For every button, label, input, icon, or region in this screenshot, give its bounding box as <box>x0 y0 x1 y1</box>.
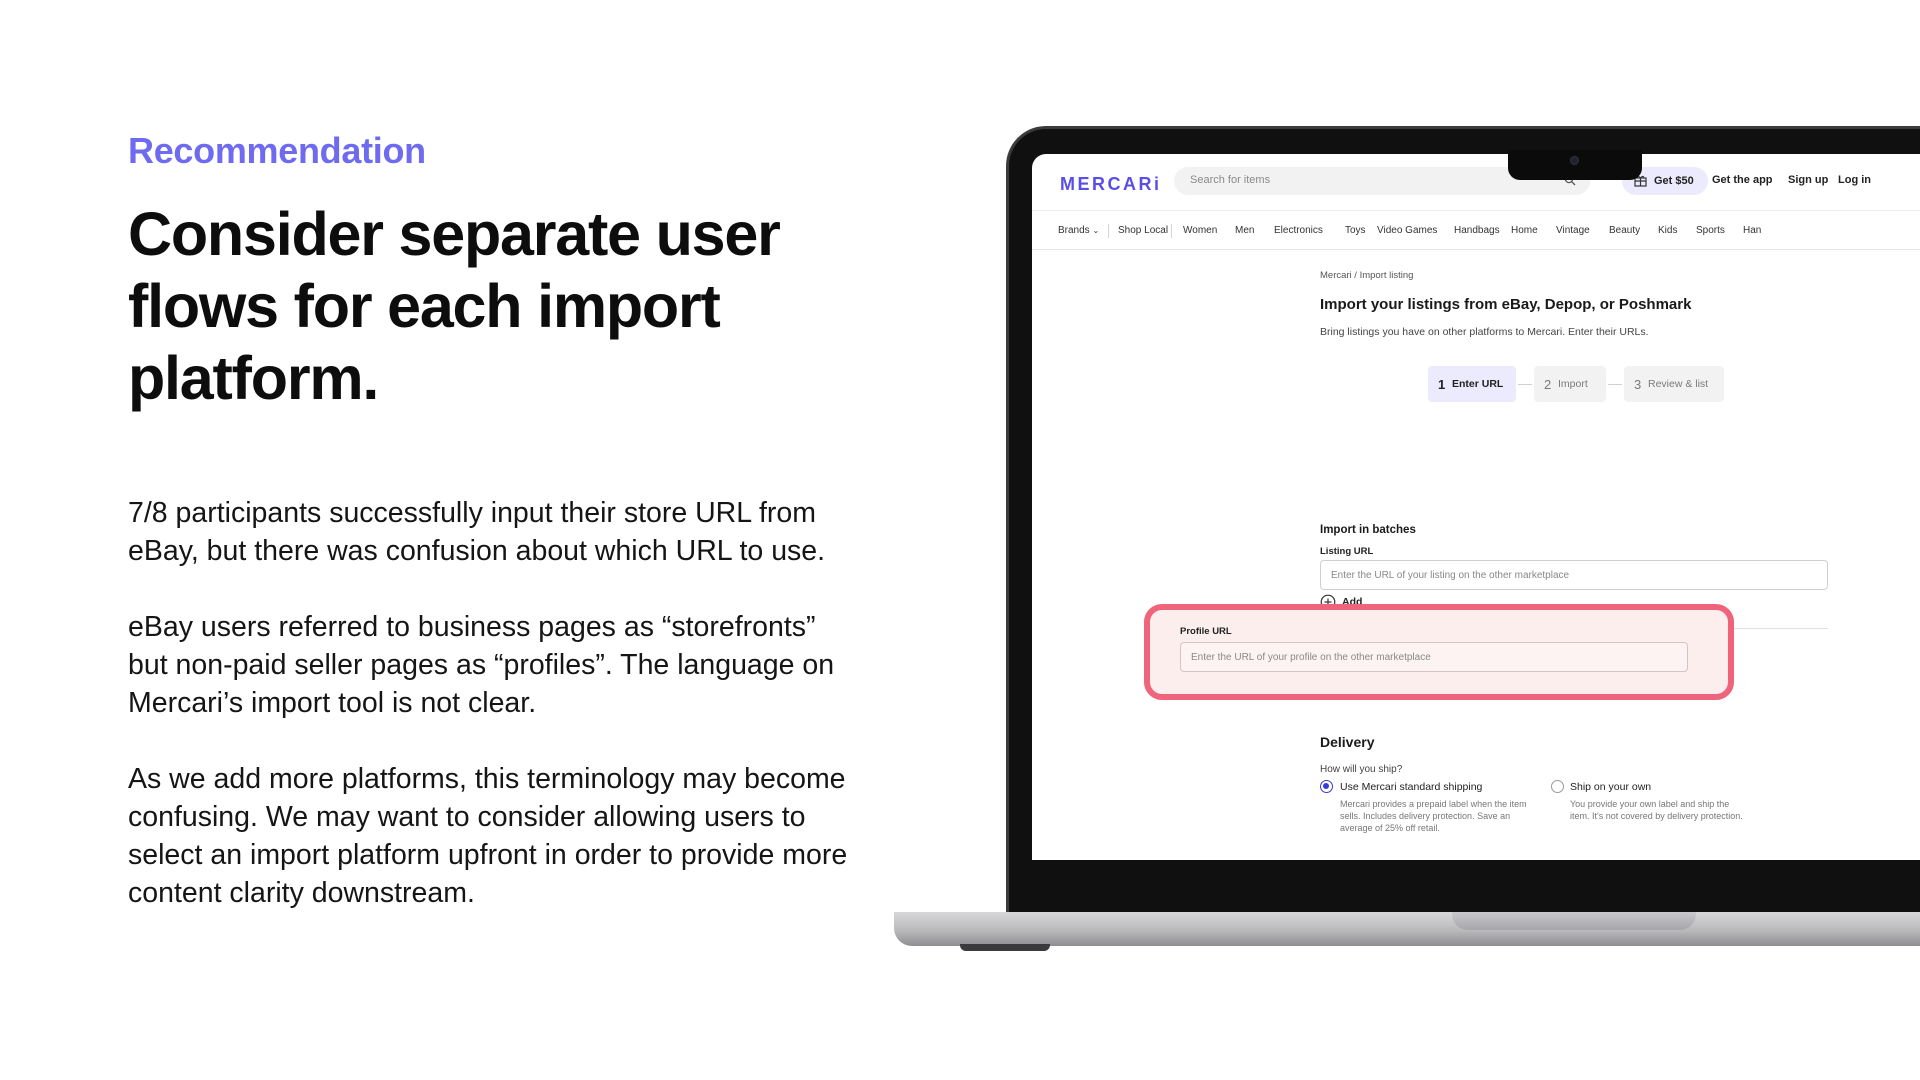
step-label: Review & list <box>1648 378 1709 390</box>
category-shop-local[interactable]: Shop Local <box>1118 225 1168 236</box>
site-header: MERCARi Search for items Get $50 Get the… <box>1032 154 1920 210</box>
sign-up-link[interactable]: Sign up <box>1788 174 1828 186</box>
divider <box>1171 224 1172 238</box>
search-placeholder: Search for items <box>1190 174 1271 186</box>
standard-shipping-label[interactable]: Use Mercari standard shipping <box>1340 781 1482 793</box>
paragraph-recommendation: As we add more platforms, this terminolo… <box>128 763 848 909</box>
breadcrumb[interactable]: Mercari / Import listing <box>1320 270 1413 281</box>
category-brands[interactable]: Brands ⌄ <box>1058 225 1099 236</box>
category-video-games[interactable]: Video Games <box>1377 225 1437 236</box>
step-label: Enter URL <box>1452 378 1504 390</box>
headline: Consider separate user flows for each im… <box>128 200 781 412</box>
standard-shipping-radio[interactable] <box>1320 780 1333 793</box>
log-in-link[interactable]: Log in <box>1838 174 1871 186</box>
step-import[interactable]: 2 Import <box>1534 366 1606 402</box>
profile-url-highlight: Profile URL Enter the URL of your profil… <box>1144 604 1734 700</box>
mercari-logo[interactable]: MERCARi <box>1060 174 1162 195</box>
listing-url-placeholder: Enter the URL of your listing on the oth… <box>1331 570 1570 581</box>
chevron-down-icon: ⌄ <box>1092 226 1100 235</box>
step-number: 1 <box>1438 377 1446 392</box>
get-50-label: Get $50 <box>1654 175 1694 187</box>
category-handbags[interactable]: Handbags <box>1454 225 1500 236</box>
laptop-screen: MERCARi Search for items Get $50 Get the… <box>1032 154 1920 860</box>
category-nav: Brands ⌄ Shop Local Women Men Electronic… <box>1032 210 1920 250</box>
ship-on-your-own-label[interactable]: Ship on your own <box>1570 781 1651 793</box>
paragraph-terminology: eBay users referred to business pages as… <box>128 611 835 719</box>
profile-url-input[interactable]: Enter the URL of your profile on the oth… <box>1180 642 1688 672</box>
shipping-question: How will you ship? <box>1320 764 1403 775</box>
camera-notch <box>1508 150 1642 180</box>
paragraph-findings: 7/8 participants successfully input thei… <box>128 497 826 567</box>
divider <box>1108 224 1109 238</box>
category-women[interactable]: Women <box>1183 225 1217 236</box>
category-vintage[interactable]: Vintage <box>1556 225 1590 236</box>
category-home-more[interactable]: Han <box>1743 225 1761 236</box>
slide-paragraphs: 7/8 participants successfully input thei… <box>128 494 848 950</box>
step-enter-url[interactable]: 1 Enter URL <box>1428 366 1516 402</box>
laptop-foot <box>960 944 1050 951</box>
category-electronics[interactable]: Electronics <box>1274 225 1323 236</box>
step-connector <box>1518 384 1532 385</box>
ship-on-your-own-description: You provide your own label and ship the … <box>1570 799 1743 821</box>
category-sports[interactable]: Sports <box>1696 225 1725 236</box>
listing-url-input[interactable]: Enter the URL of your listing on the oth… <box>1320 560 1828 590</box>
laptop-base-notch <box>1452 912 1696 930</box>
camera-icon <box>1570 156 1579 165</box>
step-number: 2 <box>1544 377 1552 392</box>
import-in-batches-title: Import in batches <box>1320 524 1416 536</box>
step-label: Import <box>1558 378 1588 390</box>
step-connector <box>1608 384 1622 385</box>
slide-copy: Recommendation Consider separate user fl… <box>128 130 848 414</box>
eyebrow-label: Recommendation <box>128 130 426 171</box>
profile-url-label: Profile URL <box>1180 626 1232 637</box>
get-the-app-link[interactable]: Get the app <box>1712 174 1773 186</box>
category-label: Brands <box>1058 225 1090 236</box>
listing-url-label: Listing URL <box>1320 546 1374 557</box>
ship-on-your-own-radio[interactable] <box>1551 780 1564 793</box>
laptop-mockup: MERCARi Search for items Get $50 Get the… <box>894 126 1920 956</box>
laptop-base <box>894 912 1920 946</box>
category-kids[interactable]: Kids <box>1658 225 1677 236</box>
category-home[interactable]: Home <box>1511 225 1538 236</box>
step-number: 3 <box>1634 377 1642 392</box>
page-subtitle: Bring listings you have on other platfor… <box>1320 326 1649 338</box>
category-men[interactable]: Men <box>1235 225 1254 236</box>
standard-shipping-description: Mercari provides a prepaid label when th… <box>1340 799 1527 833</box>
category-beauty[interactable]: Beauty <box>1609 225 1640 236</box>
profile-url-placeholder: Enter the URL of your profile on the oth… <box>1191 652 1431 663</box>
step-review-list[interactable]: 3 Review & list <box>1624 366 1724 402</box>
delivery-title: Delivery <box>1320 734 1375 750</box>
page-title: Import your listings from eBay, Depop, o… <box>1320 296 1692 313</box>
category-toys[interactable]: Toys <box>1345 225 1366 236</box>
